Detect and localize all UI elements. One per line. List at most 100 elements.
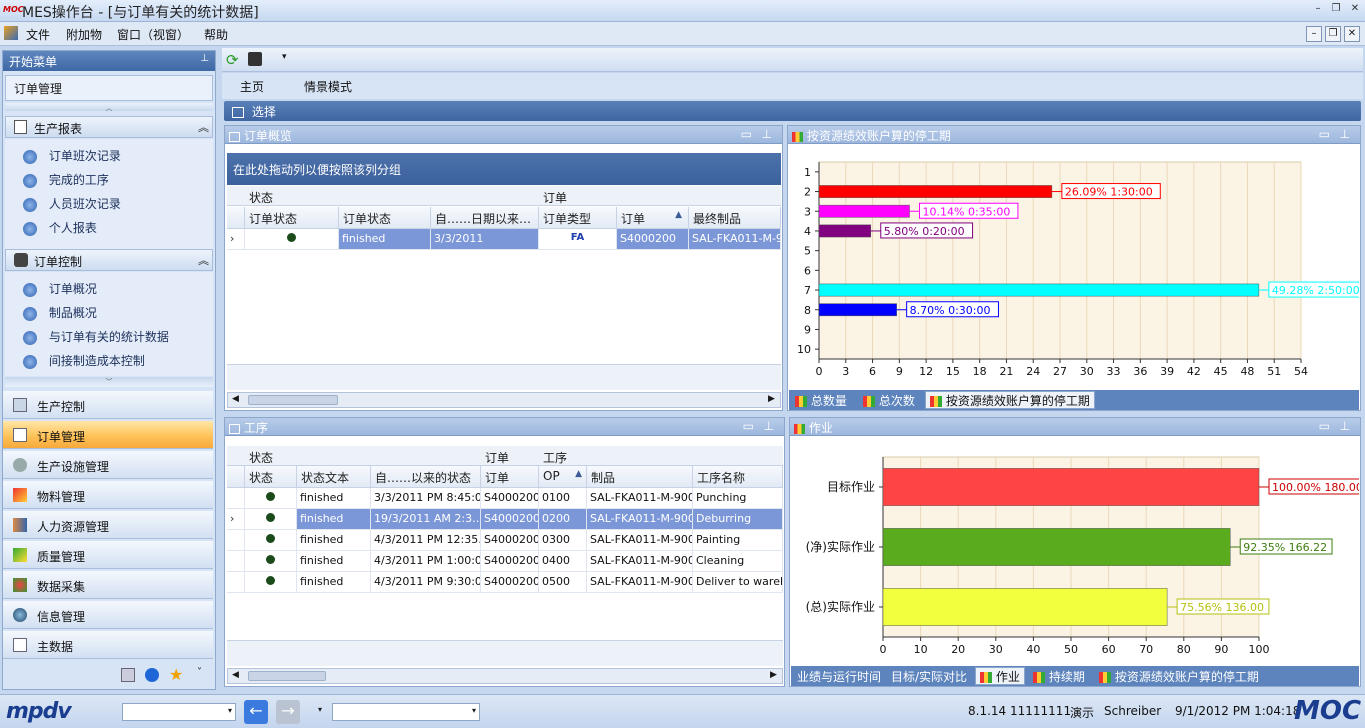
order-type-badge: FA	[539, 229, 617, 250]
col-status[interactable]: 状态	[245, 466, 297, 488]
table-row[interactable]: finished 4/3/2011 PM 1:00:00 S4000200 04…	[227, 551, 783, 572]
col-order-type[interactable]: 订单类型	[539, 207, 617, 229]
tab-total-quantity[interactable]: 总数量	[795, 392, 847, 409]
nav-order-management[interactable]: 订单管理	[3, 421, 213, 449]
menu-window[interactable]: 窗口（视窗）	[117, 26, 189, 43]
mdi-minimize-icon[interactable]: –	[1306, 26, 1322, 42]
chevron-down-icon[interactable]: ˅	[197, 667, 202, 678]
restore-icon[interactable]: ❐	[1328, 2, 1344, 16]
table-row[interactable]: finished 4/3/2011 PM 9:30:00 S4000200 05…	[227, 572, 783, 593]
sidebar-item-completed-ops[interactable]: 完成的工序	[23, 171, 109, 188]
group-production-reports[interactable]: 生产报表 ︽	[5, 116, 213, 138]
horizontal-scrollbar[interactable]: ◀ ▶	[227, 668, 783, 684]
tab-performance-runtime[interactable]: 业绩与运行时间	[797, 668, 881, 685]
col-order[interactable]: 订单 ▲	[617, 207, 689, 229]
tab-home[interactable]: 主页	[240, 78, 264, 95]
refresh-icon[interactable]: ⟳	[226, 51, 239, 69]
tab-downtime[interactable]: 按资源绩效账户算的停工期	[925, 391, 1095, 409]
splitter-handle[interactable]: ﹀	[5, 377, 213, 387]
col-order-status-icon[interactable]: 订单状态	[245, 207, 339, 229]
nav-material-management[interactable]: 物料管理	[3, 481, 213, 509]
nav-master-data[interactable]: 主数据	[3, 631, 213, 659]
col-op[interactable]: OP ▲	[539, 466, 587, 488]
tab-work[interactable]: 作业	[975, 667, 1025, 685]
collapse-handle[interactable]: ︿	[5, 103, 213, 112]
scroll-left-icon[interactable]: ◀	[232, 394, 239, 404]
pin-icon[interactable]: ⊥	[1340, 127, 1350, 141]
table-row[interactable]: › finished 19/3/2011 AM 2:3… S4000200 02…	[227, 509, 783, 530]
table-row[interactable]: finished 3/3/2011 PM 8:45:00 S4000200 01…	[227, 488, 783, 509]
sidebar-item-personal-report[interactable]: 个人报表	[23, 219, 97, 236]
col-order[interactable]: 订单	[481, 466, 539, 488]
tab-scenario[interactable]: 情景模式	[304, 78, 352, 95]
forward-arrow-icon[interactable]: →	[276, 700, 300, 724]
sidebar-item-staff-shift[interactable]: 人员班次记录	[23, 195, 121, 212]
star-icon[interactable]: ★	[169, 665, 183, 684]
back-arrow-icon[interactable]: ←	[244, 700, 268, 724]
sidebar-item-overhead-control[interactable]: 间接制造成本控制	[23, 352, 145, 369]
nav-quality-management[interactable]: 质量管理	[3, 541, 213, 569]
nav-production-control[interactable]: 生产控制	[3, 391, 213, 419]
play-icon[interactable]	[145, 668, 159, 682]
maximize-icon[interactable]: ▭	[743, 419, 754, 433]
scroll-left-icon[interactable]: ◀	[232, 670, 239, 680]
config-icon[interactable]	[121, 668, 135, 682]
sidebar-item-product-overview[interactable]: 制品概况	[23, 304, 97, 321]
group-order-control[interactable]: 订单控制 ︽	[5, 249, 213, 271]
scroll-right-icon[interactable]: ▶	[770, 670, 777, 680]
app-menu-icon[interactable]	[4, 26, 18, 40]
sidebar-item-label: 间接制造成本控制	[48, 354, 145, 368]
close-icon[interactable]: ✕	[1347, 2, 1363, 16]
pin-icon[interactable]: ⊥	[1340, 419, 1350, 433]
tab-label: 总数量	[810, 394, 847, 408]
mdi-restore-icon[interactable]: ❐	[1325, 26, 1341, 42]
tab-duration[interactable]: 持续期	[1033, 668, 1085, 685]
sidebar-current[interactable]: 订单管理	[5, 75, 213, 101]
horizontal-scrollbar[interactable]: ◀ ▶	[227, 392, 781, 408]
nav-data-collection[interactable]: 数据采集	[3, 571, 213, 599]
mdi-close-icon[interactable]: ✕	[1344, 26, 1360, 42]
scroll-thumb[interactable]	[248, 395, 338, 405]
history-dropdown-icon[interactable]: ▾	[318, 705, 322, 714]
col-since-date[interactable]: 自……日期以来…	[431, 207, 539, 229]
col-status-text[interactable]: 状态文本	[297, 466, 371, 488]
select-bar[interactable]: 选择	[224, 101, 1361, 121]
group-by-area[interactable]: 在此处拖动列以便按照该列分组	[227, 153, 781, 185]
maximize-icon[interactable]: ▭	[741, 127, 752, 141]
sidebar-item-order-stats[interactable]: 与订单有关的统计数据	[23, 328, 169, 345]
menu-help[interactable]: 帮助	[204, 26, 228, 43]
col-final-product[interactable]: 最终制品	[689, 207, 781, 229]
tab-target-actual[interactable]: 目标/实际对比	[891, 668, 967, 685]
table-row[interactable]: › finished 3/3/2011 FA S4000200 SAL-FKA0…	[227, 229, 781, 250]
menu-file[interactable]: 文件	[26, 26, 50, 43]
pin-icon[interactable]: ⊥	[764, 419, 774, 433]
cell-status-text: finished	[297, 551, 371, 572]
col-operation-name[interactable]: 工序名称	[693, 466, 783, 488]
combo-box-1[interactable]: ▾	[122, 703, 236, 721]
nav-hr-management[interactable]: 人力资源管理	[3, 511, 213, 539]
sidebar-item-order-shift[interactable]: 订单班次记录	[23, 147, 121, 164]
tab-downtime[interactable]: 按资源绩效账户算的停工期	[1099, 668, 1259, 685]
maximize-icon[interactable]: ▭	[1319, 127, 1330, 141]
collapse-icon[interactable]: ︽	[198, 119, 209, 135]
scroll-thumb[interactable]	[248, 671, 326, 681]
combo-box-2[interactable]: ▾	[332, 703, 480, 721]
maximize-icon[interactable]: ▭	[1319, 419, 1330, 433]
table-row[interactable]: finished 4/3/2011 PM 12:35… S4000200 030…	[227, 530, 783, 551]
toolbar-dropdown-icon[interactable]: ▾	[282, 52, 287, 62]
scroll-right-icon[interactable]: ▶	[768, 394, 775, 404]
col-product[interactable]: 制品	[587, 466, 693, 488]
menu-addons[interactable]: 附加物	[66, 26, 102, 43]
save-icon[interactable]	[248, 52, 262, 66]
pin-icon[interactable]: ⊥	[762, 127, 772, 141]
tab-total-count[interactable]: 总次数	[863, 392, 915, 409]
bar	[882, 588, 1168, 626]
pin-icon[interactable]: ⊥	[200, 53, 209, 64]
collapse-icon[interactable]: ︽	[198, 252, 209, 268]
sidebar-item-order-overview[interactable]: 订单概况	[23, 280, 97, 297]
nav-facility-management[interactable]: 生产设施管理	[3, 451, 213, 479]
minimize-icon[interactable]: –	[1310, 2, 1326, 16]
col-order-status[interactable]: 订单状态	[339, 207, 431, 229]
nav-info-management[interactable]: 信息管理	[3, 601, 213, 629]
col-status-since[interactable]: 自……以来的状态	[371, 466, 481, 488]
